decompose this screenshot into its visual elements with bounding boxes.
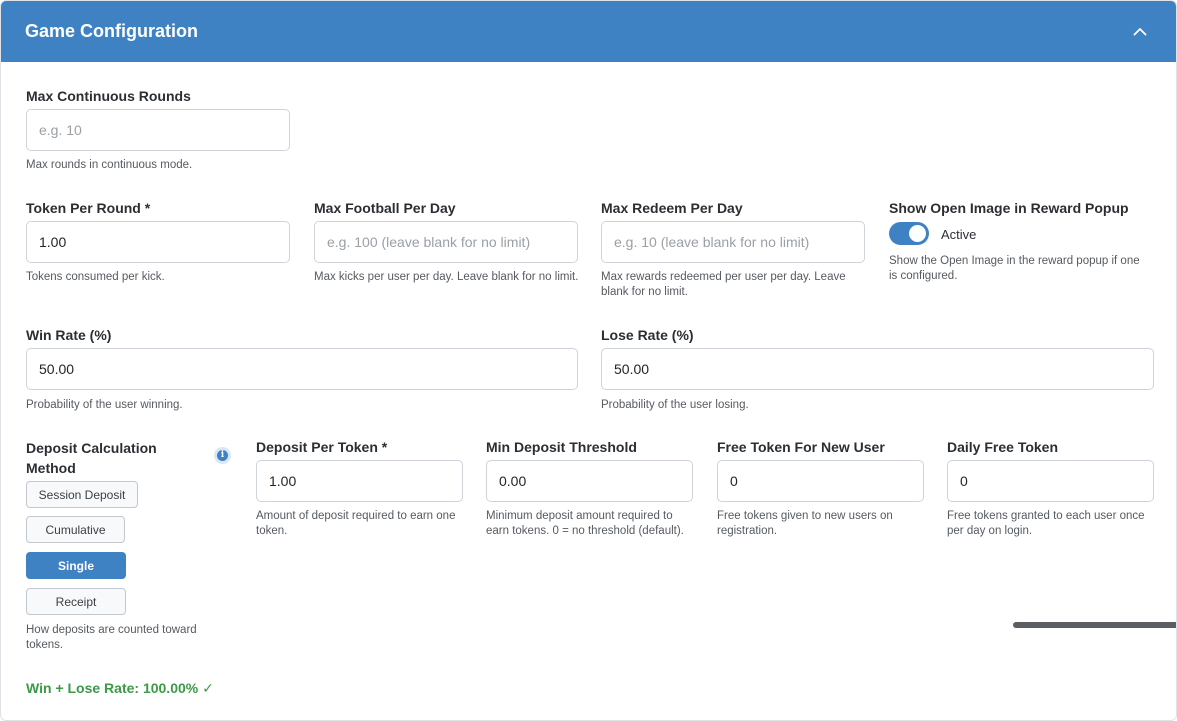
daily-free-token-help: Free tokens granted to each user once pe…: [947, 510, 1145, 537]
max-football-per-day-label: Max Football Per Day: [314, 200, 456, 216]
lose-rate-label: Lose Rate (%): [601, 327, 694, 343]
deposit-method-label: Deposit Calculation Method: [26, 440, 157, 476]
token-per-round-input[interactable]: [26, 221, 290, 263]
method-receipt-button[interactable]: Receipt: [26, 588, 126, 615]
method-cumulative-button[interactable]: Cumulative: [26, 516, 125, 543]
deposit-per-token-label: Deposit Per Token *: [256, 439, 388, 455]
max-continuous-rounds-label: Max Continuous Rounds: [26, 88, 191, 104]
show-open-image-state: Active: [941, 227, 977, 242]
show-open-image-toggle[interactable]: [889, 222, 929, 245]
toggle-knob: [909, 225, 926, 242]
min-deposit-threshold-label: Min Deposit Threshold: [486, 439, 637, 455]
min-deposit-threshold-input[interactable]: [486, 460, 693, 502]
max-football-per-day-help: Max kicks per user per day. Leave blank …: [314, 271, 579, 283]
card-title: Game Configuration: [25, 21, 199, 41]
win-lose-rate-summary: Win + Lose Rate: 100.00% ✓: [26, 680, 214, 696]
free-token-new-user-help: Free tokens given to new users on regist…: [717, 510, 893, 537]
horizontal-scrollbar[interactable]: [1013, 622, 1176, 628]
daily-free-token-input[interactable]: [947, 460, 1154, 502]
lose-rate-help: Probability of the user losing.: [601, 399, 749, 411]
token-per-round-label: Token Per Round *: [26, 200, 151, 216]
method-single-button[interactable]: Single: [26, 552, 126, 579]
deposit-per-token-input[interactable]: [256, 460, 463, 502]
deposit-method-help: How deposits are counted toward tokens.: [26, 624, 197, 651]
lose-rate-input[interactable]: [601, 348, 1154, 390]
max-continuous-rounds-help: Max rounds in continuous mode.: [26, 159, 193, 171]
chevron-up-icon[interactable]: [1130, 21, 1150, 41]
daily-free-token-label: Daily Free Token: [947, 439, 1059, 455]
game-configuration-card: Game Configuration Max Continuous Rounds…: [0, 0, 1177, 721]
max-continuous-rounds-input[interactable]: [26, 109, 290, 151]
min-deposit-threshold-help: Minimum deposit amount required to earn …: [486, 510, 684, 537]
card-header[interactable]: Game Configuration: [1, 1, 1176, 62]
free-token-new-user-label: Free Token For New User: [717, 439, 885, 455]
method-session-deposit-button[interactable]: Session Deposit: [26, 481, 138, 508]
show-open-image-label: Show Open Image in Reward Popup: [889, 200, 1129, 216]
info-circle-icon[interactable]: i: [214, 447, 231, 464]
win-rate-input[interactable]: [26, 348, 578, 390]
deposit-per-token-help: Amount of deposit required to earn one t…: [256, 510, 456, 537]
token-per-round-help: Tokens consumed per kick.: [26, 271, 165, 283]
show-open-image-help: Show the Open Image in the reward popup …: [889, 255, 1140, 282]
win-rate-help: Probability of the user winning.: [26, 399, 183, 411]
max-redeem-per-day-input[interactable]: [601, 221, 865, 263]
max-redeem-per-day-label: Max Redeem Per Day: [601, 200, 743, 216]
free-token-new-user-input[interactable]: [717, 460, 924, 502]
max-redeem-per-day-help: Max rewards redeemed per user per day. L…: [601, 271, 846, 298]
win-rate-label: Win Rate (%): [26, 327, 112, 343]
max-football-per-day-input[interactable]: [314, 221, 578, 263]
